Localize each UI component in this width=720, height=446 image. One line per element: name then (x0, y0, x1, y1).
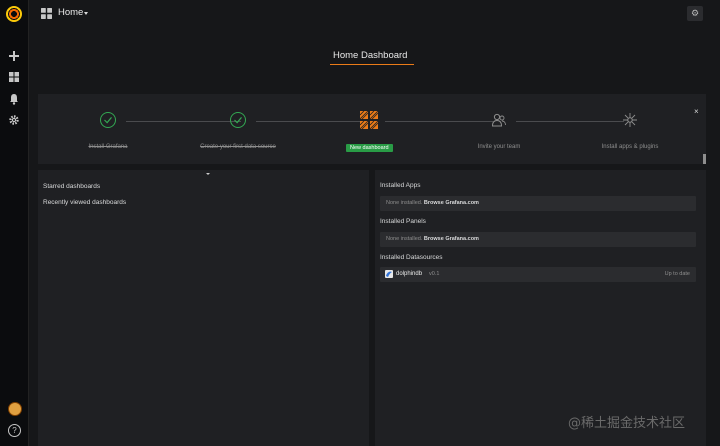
datasource-icon (385, 270, 393, 278)
recent-dashboards-heading: Recently viewed dashboards (43, 199, 127, 206)
plugins-icon (622, 112, 638, 128)
sidebar: ? (0, 0, 29, 446)
starred-dashboards-heading: Starred dashboards (43, 183, 101, 190)
progress-line (126, 121, 241, 122)
step-label[interactable]: Install Grafana (48, 144, 168, 150)
datasource-status: Up to date (664, 271, 690, 277)
datasource-name[interactable]: dolphindb (396, 271, 422, 277)
new-dashboard-button[interactable]: New dashboard (346, 144, 393, 152)
top-navbar: Home ⚙ (28, 0, 720, 28)
dashboard-grid-icon (41, 8, 52, 19)
none-installed-text: None installed. Browse Grafana.com (386, 200, 479, 206)
resize-handle[interactable] (703, 154, 706, 164)
step-label[interactable]: Invite your team (439, 144, 559, 150)
close-icon[interactable]: × (694, 107, 699, 116)
watermark: @稀土掘金技术社区 (568, 416, 686, 431)
grafana-logo[interactable] (6, 6, 22, 22)
gear-icon[interactable] (8, 114, 20, 126)
progress-line (256, 121, 361, 122)
help-icon[interactable]: ? (8, 424, 21, 437)
dashboards-icon[interactable] (8, 71, 20, 83)
progress-line (516, 121, 624, 122)
none-installed-text: None installed. Browse Grafana.com (386, 236, 479, 242)
installed-datasources-heading: Installed Datasources (380, 254, 443, 261)
step-label[interactable]: Install apps & plugins (570, 144, 690, 150)
settings-gear-button[interactable]: ⚙ (687, 6, 703, 21)
browse-grafana-link[interactable]: Browse Grafana.com (424, 200, 479, 206)
bell-icon[interactable] (8, 93, 20, 105)
datasource-row[interactable]: dolphindb v0.1 Up to date (380, 267, 696, 282)
plugin-list-panel: Installed Apps None installed. Browse Gr… (375, 170, 706, 446)
progress-line (385, 121, 493, 122)
title-underline (330, 64, 414, 65)
step-label[interactable]: Create your first data source (178, 144, 298, 150)
plus-icon[interactable] (8, 50, 20, 62)
chevron-down-icon[interactable] (84, 12, 88, 15)
installed-panels-heading: Installed Panels (380, 218, 426, 225)
users-icon (491, 112, 507, 128)
dashboard-picker[interactable]: Home (58, 7, 83, 18)
user-avatar[interactable] (8, 402, 22, 416)
installed-apps-heading: Installed Apps (380, 182, 421, 189)
dashlist-panel: Starred dashboards Recently viewed dashb… (38, 170, 369, 446)
installed-apps-row: None installed. Browse Grafana.com (380, 196, 696, 211)
browse-grafana-link[interactable]: Browse Grafana.com (424, 236, 479, 242)
checkmark-icon (100, 112, 116, 128)
panel-menu-caret-icon[interactable] (206, 173, 210, 175)
dashboard-icon (359, 110, 379, 130)
getting-started-panel: × Install Grafana Create your first data… (38, 94, 706, 164)
checkmark-icon (230, 112, 246, 128)
page-title: Home Dashboard (333, 50, 408, 61)
installed-panels-row: None installed. Browse Grafana.com (380, 232, 696, 247)
datasource-version: v0.1 (429, 271, 440, 277)
